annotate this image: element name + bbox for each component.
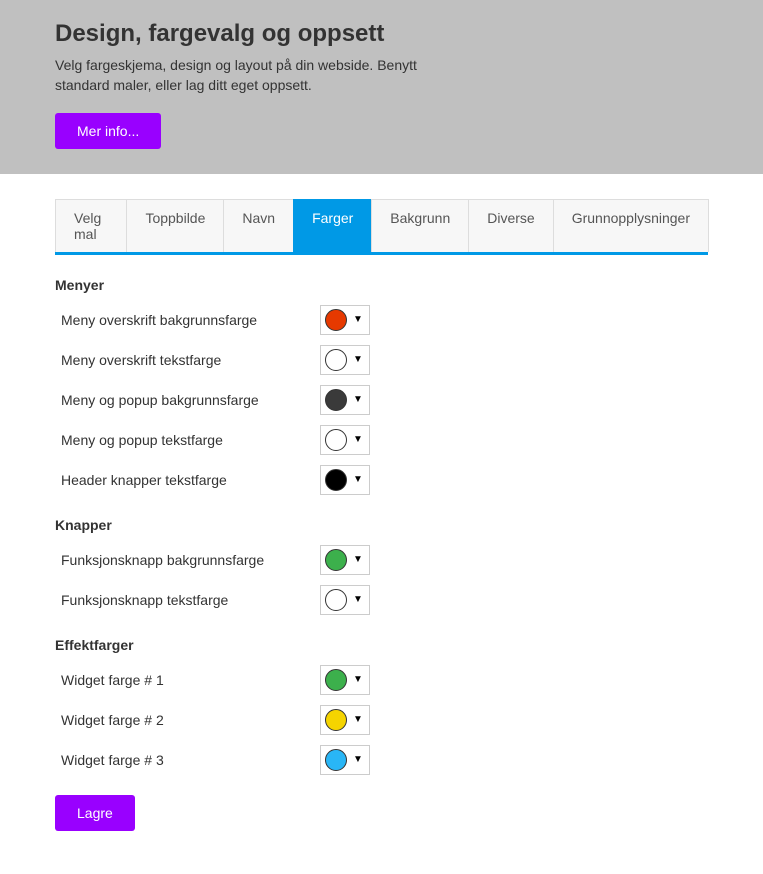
- section-title-knapper: Knapper: [55, 517, 708, 533]
- tabs: Velg mal Toppbilde Navn Farger Bakgrunn …: [55, 199, 708, 255]
- tab-grunnopplysninger[interactable]: Grunnopplysninger: [553, 199, 709, 252]
- chevron-down-icon: ▼: [353, 475, 363, 485]
- color-row: Funksjonsknapp bakgrunnsfarge ▼: [55, 545, 708, 575]
- color-picker-widget-1[interactable]: ▼: [320, 665, 370, 695]
- tab-toppbilde[interactable]: Toppbilde: [126, 199, 224, 252]
- page-title: Design, fargevalg og oppsett: [55, 20, 708, 48]
- chevron-down-icon: ▼: [353, 595, 363, 605]
- color-row: Meny overskrift tekstfarge ▼: [55, 345, 708, 375]
- color-label: Widget farge # 3: [55, 752, 320, 768]
- chevron-down-icon: ▼: [353, 715, 363, 725]
- color-row: Header knapper tekstfarge ▼: [55, 465, 708, 495]
- color-swatch: [325, 389, 347, 411]
- section-title-menyer: Menyer: [55, 277, 708, 293]
- color-picker-funksjonsknapp-tekst[interactable]: ▼: [320, 585, 370, 615]
- color-row: Meny overskrift bakgrunnsfarge ▼: [55, 305, 708, 335]
- tab-navn[interactable]: Navn: [223, 199, 294, 252]
- chevron-down-icon: ▼: [353, 555, 363, 565]
- chevron-down-icon: ▼: [353, 435, 363, 445]
- color-row: Meny og popup bakgrunnsfarge ▼: [55, 385, 708, 415]
- color-label: Funksjonsknapp bakgrunnsfarge: [55, 552, 320, 568]
- color-label: Meny og popup bakgrunnsfarge: [55, 392, 320, 408]
- tab-velg-mal[interactable]: Velg mal: [55, 199, 127, 252]
- save-button[interactable]: Lagre: [55, 795, 135, 831]
- color-swatch: [325, 709, 347, 731]
- color-picker-meny-popup-tekst[interactable]: ▼: [320, 425, 370, 455]
- color-row: Funksjonsknapp tekstfarge ▼: [55, 585, 708, 615]
- chevron-down-icon: ▼: [353, 315, 363, 325]
- chevron-down-icon: ▼: [353, 675, 363, 685]
- color-swatch: [325, 309, 347, 331]
- chevron-down-icon: ▼: [353, 355, 363, 365]
- tab-diverse[interactable]: Diverse: [468, 199, 553, 252]
- color-row: Widget farge # 1 ▼: [55, 665, 708, 695]
- color-label: Meny overskrift tekstfarge: [55, 352, 320, 368]
- color-label: Meny og popup tekstfarge: [55, 432, 320, 448]
- chevron-down-icon: ▼: [353, 755, 363, 765]
- color-picker-funksjonsknapp-bg[interactable]: ▼: [320, 545, 370, 575]
- tab-farger[interactable]: Farger: [293, 199, 372, 252]
- color-swatch: [325, 589, 347, 611]
- more-info-button[interactable]: Mer info...: [55, 113, 161, 149]
- color-picker-widget-2[interactable]: ▼: [320, 705, 370, 735]
- color-label: Funksjonsknapp tekstfarge: [55, 592, 320, 608]
- tab-bakgrunn[interactable]: Bakgrunn: [371, 199, 469, 252]
- chevron-down-icon: ▼: [353, 395, 363, 405]
- section-title-effektfarger: Effektfarger: [55, 637, 708, 653]
- color-swatch: [325, 469, 347, 491]
- color-swatch: [325, 749, 347, 771]
- page-header: Design, fargevalg og oppsett Velg farges…: [0, 0, 763, 174]
- color-picker-widget-3[interactable]: ▼: [320, 745, 370, 775]
- color-row: Meny og popup tekstfarge ▼: [55, 425, 708, 455]
- color-label: Widget farge # 2: [55, 712, 320, 728]
- color-picker-header-knapper-tekst[interactable]: ▼: [320, 465, 370, 495]
- color-label: Widget farge # 1: [55, 672, 320, 688]
- color-swatch: [325, 549, 347, 571]
- color-row: Widget farge # 2 ▼: [55, 705, 708, 735]
- color-label: Meny overskrift bakgrunnsfarge: [55, 312, 320, 328]
- color-swatch: [325, 349, 347, 371]
- color-swatch: [325, 669, 347, 691]
- color-picker-meny-popup-bg[interactable]: ▼: [320, 385, 370, 415]
- color-swatch: [325, 429, 347, 451]
- color-label: Header knapper tekstfarge: [55, 472, 320, 488]
- content-area: Velg mal Toppbilde Navn Farger Bakgrunn …: [0, 174, 763, 861]
- page-description: Velg fargeskjema, design og layout på di…: [55, 56, 455, 95]
- color-picker-meny-overskrift-bg[interactable]: ▼: [320, 305, 370, 335]
- color-row: Widget farge # 3 ▼: [55, 745, 708, 775]
- color-picker-meny-overskrift-tekst[interactable]: ▼: [320, 345, 370, 375]
